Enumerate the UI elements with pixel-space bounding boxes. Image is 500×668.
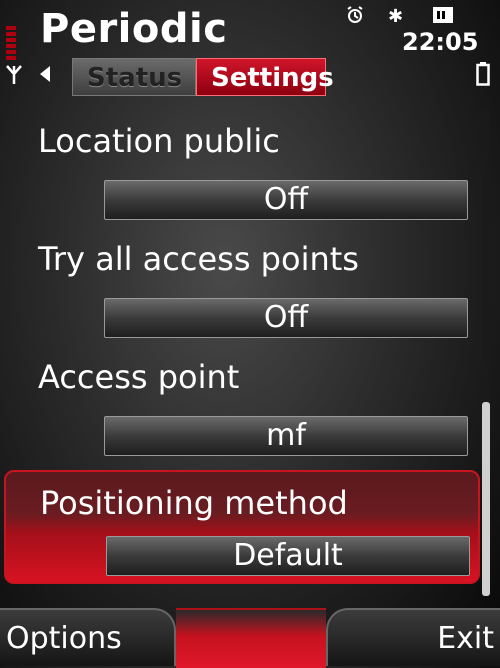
setting-value[interactable]: Default [106,536,470,576]
setting-label: Access point [38,358,240,396]
signal-strength-icon [6,26,22,68]
antenna-icon [6,65,22,84]
exit-softkey[interactable]: Exit [326,608,500,666]
page-title: Periodic [40,6,228,52]
tab-left-arrow-icon[interactable] [40,66,50,82]
softkey-bar: Options Exit [0,608,500,668]
setting-value[interactable]: Off [104,180,468,220]
tab-bar: Status Settings [72,58,334,96]
tab-status[interactable]: Status [72,58,196,96]
setting-value[interactable]: mf [104,416,468,456]
setting-label: Positioning method [40,484,348,522]
sim-icon [433,7,453,23]
setting-label: Location public [38,122,280,160]
setting-label: Try all access points [38,240,359,278]
options-softkey[interactable]: Options [0,608,176,666]
setting-location-public[interactable]: Location public Off [0,110,500,225]
title-bar: Periodic ✱ 22:05 Status Settings [0,0,500,104]
alarm-icon [347,6,363,23]
battery-icon [476,62,490,86]
scrollbar-thumb[interactable] [482,402,490,596]
setting-try-all-access-points[interactable]: Try all access points Off [0,228,500,343]
bluetooth-icon: ✱ [388,6,404,27]
setting-positioning-method[interactable]: Positioning method Default [4,470,480,584]
tab-settings[interactable]: Settings [196,58,334,96]
setting-access-point[interactable]: Access point mf [0,346,500,461]
setting-value[interactable]: Off [104,298,468,338]
clock: 22:05 [402,28,479,56]
middle-softkey[interactable] [176,608,326,668]
scrollbar[interactable] [482,110,490,596]
